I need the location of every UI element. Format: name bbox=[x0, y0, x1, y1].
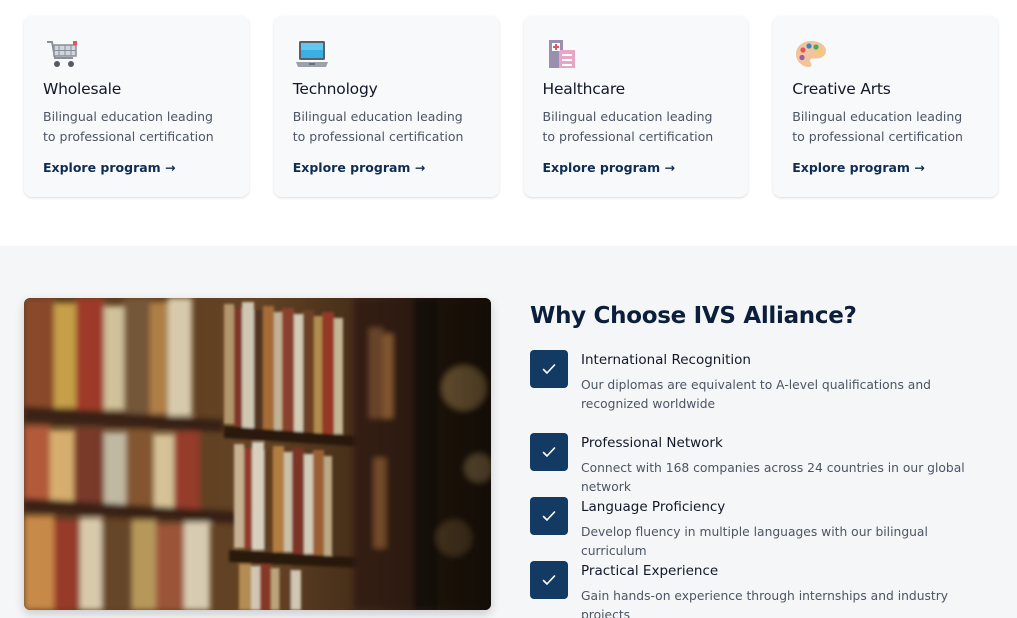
feature-title: International Recognition bbox=[581, 352, 751, 368]
explore-program-link[interactable]: Explore program → bbox=[543, 160, 676, 175]
explore-program-link[interactable]: Explore program → bbox=[792, 160, 925, 175]
section-title: Why Choose IVS Alliance? bbox=[530, 303, 857, 329]
program-card-creative-arts: Creative Arts Bilingual education leadin… bbox=[773, 16, 998, 197]
program-title: Creative Arts bbox=[792, 80, 891, 98]
check-icon bbox=[530, 350, 568, 388]
why-choose-section: Why Choose IVS Alliance? International R… bbox=[0, 246, 1017, 618]
program-description: Bilingual education leading to professio… bbox=[542, 109, 714, 144]
hospital-icon bbox=[548, 40, 575, 68]
explore-program-link[interactable]: Explore program → bbox=[43, 160, 176, 175]
program-cards: Wholesale Bilingual education leading to… bbox=[24, 16, 998, 197]
program-title: Technology bbox=[292, 80, 378, 98]
feature-title: Practical Experience bbox=[581, 563, 719, 579]
program-card-wholesale: Wholesale Bilingual education leading to… bbox=[24, 16, 249, 197]
feature-title: Language Proficiency bbox=[581, 499, 726, 515]
laptop-icon bbox=[295, 41, 328, 67]
check-icon bbox=[530, 561, 568, 599]
feature-description: Gain hands-on experience through interns… bbox=[581, 589, 949, 618]
program-card-healthcare: Healthcare Bilingual education leading t… bbox=[523, 16, 749, 197]
program-title: Healthcare bbox=[542, 80, 626, 98]
feature-description: Connect with 168 companies across 24 cou… bbox=[581, 461, 965, 494]
feature-description: Develop fluency in multiple languages wi… bbox=[581, 525, 928, 558]
program-card-technology: Technology Bilingual education leading t… bbox=[273, 16, 499, 197]
check-icon bbox=[530, 497, 568, 535]
feature-description: Our diplomas are equivalent to A-level q… bbox=[581, 378, 931, 411]
program-description: Bilingual education leading to professio… bbox=[792, 109, 963, 144]
program-description: Bilingual education leading to professio… bbox=[292, 109, 464, 144]
explore-program-link[interactable]: Explore program → bbox=[293, 160, 426, 175]
check-icon bbox=[530, 433, 568, 471]
feature-title: Professional Network bbox=[581, 435, 723, 451]
program-description: Bilingual education leading to professio… bbox=[43, 109, 214, 144]
shopping-cart-icon bbox=[47, 41, 77, 67]
program-title: Wholesale bbox=[43, 80, 122, 98]
library-bookshelf-photo bbox=[24, 298, 491, 610]
palette-icon bbox=[796, 41, 827, 67]
